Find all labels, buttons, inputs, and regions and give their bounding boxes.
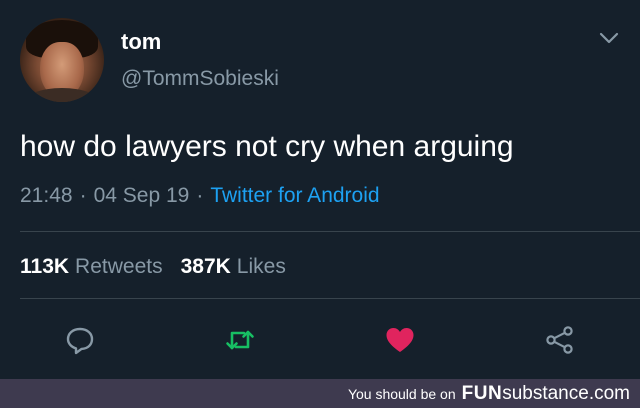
tweet-actions <box>0 310 640 370</box>
divider <box>20 298 640 299</box>
tweet-date: 04 Sep 19 <box>93 184 190 207</box>
tweet-stats: 113K Retweets 387K Likes <box>20 252 304 282</box>
chevron-down-icon[interactable] <box>598 30 620 46</box>
tweet-time: 21:48 <box>20 184 73 207</box>
retweets-count[interactable]: 113K <box>20 255 69 279</box>
reply-icon <box>66 327 94 355</box>
retweet-icon <box>226 330 254 350</box>
share-icon <box>546 326 573 354</box>
tweet-source-link[interactable]: Twitter for Android <box>210 184 379 208</box>
tweet-text: how do lawyers not cry when arguing <box>20 130 514 163</box>
avatar[interactable] <box>20 18 104 102</box>
likes-label[interactable]: Likes <box>237 255 286 279</box>
avatar-shirt <box>24 88 100 102</box>
watermark-bar: You should be on FUN substance.com <box>0 379 640 408</box>
tweet-screenshot: tom @TommSobieski how do lawyers not cry… <box>0 0 640 408</box>
tweet-header: tom @TommSobieski <box>0 0 640 120</box>
meta-separator: · <box>79 184 87 207</box>
heart-icon <box>386 328 414 352</box>
reply-button[interactable] <box>60 320 100 360</box>
watermark-prefix: You should be on <box>347 385 456 402</box>
author-handle[interactable]: @TommSobieski <box>121 67 279 91</box>
watermark-brand-bold: FUN <box>461 382 503 404</box>
like-button[interactable] <box>380 320 420 360</box>
author-name[interactable]: tom <box>121 29 161 55</box>
tweet-meta: 21:48 · 04 Sep 19 · Twitter for Android <box>20 182 380 210</box>
meta-separator: · <box>196 184 204 207</box>
likes-count[interactable]: 387K <box>181 255 231 279</box>
share-button[interactable] <box>540 320 580 360</box>
watermark-brand-rest: substance.com <box>502 382 630 404</box>
retweet-button[interactable] <box>220 320 260 360</box>
retweets-label[interactable]: Retweets <box>75 255 163 279</box>
divider <box>20 231 640 232</box>
